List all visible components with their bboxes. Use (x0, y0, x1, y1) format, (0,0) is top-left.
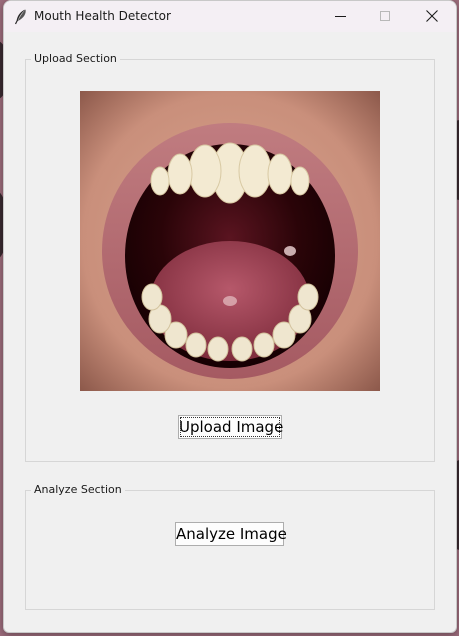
feather-icon (13, 8, 29, 25)
maximize-icon (380, 11, 390, 21)
upload-section: Upload Section Upload Image (25, 52, 435, 462)
minimize-icon (335, 16, 346, 17)
maximize-button[interactable] (362, 1, 408, 32)
title-bar[interactable]: Mouth Health Detector (4, 1, 456, 32)
mouth-image (80, 91, 380, 391)
analyze-section: Analyze Section Analyze Image (25, 483, 435, 610)
analyze-image-button[interactable]: Analyze Image (175, 522, 287, 546)
upload-section-label: Upload Section (31, 52, 120, 65)
minimize-button[interactable] (318, 1, 364, 32)
app-window: Mouth Health Detector Upload Section Upl… (3, 0, 457, 633)
upload-image-button[interactable]: Upload Image (178, 415, 283, 439)
close-icon (426, 10, 438, 22)
window-title: Mouth Health Detector (34, 9, 171, 23)
analyze-section-label: Analyze Section (31, 483, 125, 496)
close-button[interactable] (409, 1, 455, 32)
